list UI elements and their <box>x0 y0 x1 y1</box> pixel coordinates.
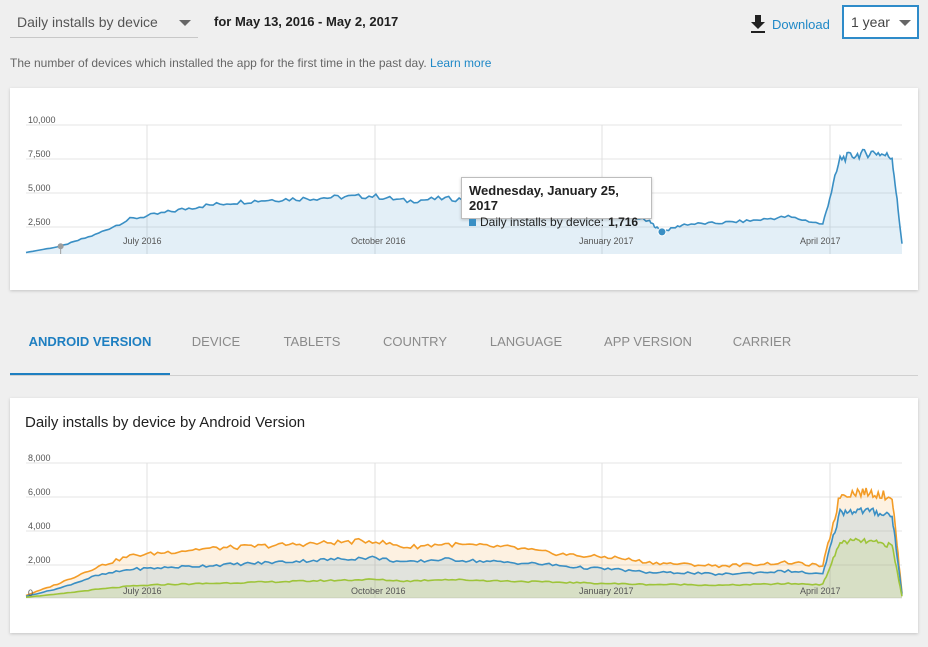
y-tick-label: 4,000 <box>28 521 51 531</box>
tooltip-series: Daily installs by device: <box>480 215 605 229</box>
x-tick-label: October 2016 <box>351 236 406 246</box>
tooltip-title: Wednesday, January 25, 2017 <box>469 183 619 213</box>
period-select-label: 1 year <box>851 14 890 30</box>
x-tick-label: October 2016 <box>351 586 406 596</box>
top-bar: Daily installs by device for May 13, 201… <box>0 0 928 44</box>
x-tick-label: July 2016 <box>123 236 162 246</box>
tab-language[interactable]: LANGUAGE <box>478 318 574 376</box>
breakdown-tabs: ANDROID VERSION DEVICE TABLETS COUNTRY L… <box>10 318 918 376</box>
tooltip-value: 1,716 <box>608 215 639 229</box>
active-tab-indicator <box>10 373 170 375</box>
tab-android-version[interactable]: ANDROID VERSION <box>10 318 170 376</box>
y-tick-label: 2,000 <box>28 555 51 565</box>
x-tick-label: January 2017 <box>579 586 634 596</box>
x-tick-label: January 2017 <box>579 236 634 246</box>
hover-point <box>657 227 667 237</box>
y-tick-label: 2,500 <box>28 217 51 227</box>
tab-country[interactable]: COUNTRY <box>372 318 458 376</box>
tab-tablets[interactable]: TABLETS <box>270 318 354 376</box>
metric-select-label: Daily installs by device <box>17 14 158 30</box>
breakdown-chart-card: Daily installs by device by Android Vers… <box>10 398 918 633</box>
metric-select[interactable]: Daily installs by device <box>10 6 198 38</box>
y-tick-label: 0 <box>28 588 33 598</box>
tab-carrier[interactable]: CARRIER <box>722 318 802 376</box>
period-select[interactable]: 1 year <box>842 5 919 39</box>
y-tick-label: 6,000 <box>28 487 51 497</box>
download-button[interactable]: Download <box>750 12 830 36</box>
chart-tooltip: Wednesday, January 25, 2017 Daily instal… <box>461 177 652 229</box>
learn-more-link[interactable]: Learn more <box>430 56 491 70</box>
tab-app-version[interactable]: APP VERSION <box>594 318 702 376</box>
description: The number of devices which installed th… <box>10 56 491 70</box>
date-range: for May 13, 2016 - May 2, 2017 <box>214 14 399 29</box>
y-tick-label: 7,500 <box>28 149 51 159</box>
download-icon <box>751 15 765 33</box>
x-tick-label: July 2016 <box>123 586 162 596</box>
tab-device[interactable]: DEVICE <box>180 318 252 376</box>
x-tick-label: April 2017 <box>800 236 841 246</box>
y-tick-label: 5,000 <box>28 183 51 193</box>
chevron-down-icon <box>899 20 911 26</box>
download-label: Download <box>772 16 830 32</box>
start-marker-point <box>57 243 64 250</box>
tooltip-row: Daily installs by device: 1,716 <box>469 215 644 229</box>
description-text: The number of devices which installed th… <box>10 56 427 70</box>
breakdown-chart: 8,000 6,000 4,000 2,000 0 July 2016 October 20… <box>25 453 903 599</box>
y-tick-label: 10,000 <box>28 115 56 125</box>
chevron-down-icon <box>179 20 191 26</box>
x-tick-label: April 2017 <box>800 586 841 596</box>
tooltip-swatch <box>469 218 476 226</box>
y-tick-label: 8,000 <box>28 453 51 463</box>
